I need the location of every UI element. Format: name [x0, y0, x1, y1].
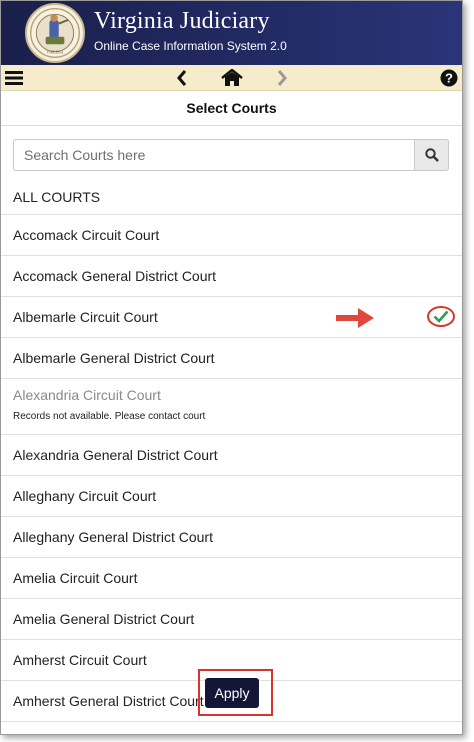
- list-item-label: Accomack Circuit Court: [13, 227, 160, 243]
- list-item[interactable]: Accomack General District Court: [1, 256, 462, 297]
- search-input[interactable]: [13, 139, 415, 171]
- list-item-label: Alexandria General District Court: [13, 447, 218, 463]
- list-item-label: Albemarle Circuit Court: [13, 309, 158, 325]
- list-item-all-courts[interactable]: ALL COURTS: [1, 187, 462, 215]
- list-item[interactable]: Amelia Circuit Court: [1, 558, 462, 599]
- apply-button[interactable]: Apply: [205, 678, 259, 708]
- app-title: Virginia Judiciary: [94, 8, 270, 34]
- list-item-unavailable: Alexandria Circuit Court Records not ava…: [1, 379, 462, 435]
- nav-bar: ?: [1, 65, 462, 91]
- svg-text:VIRGINIA: VIRGINIA: [47, 51, 64, 55]
- list-item-label: Amherst General District Court: [13, 693, 204, 709]
- list-item[interactable]: Alexandria General District Court: [1, 435, 462, 476]
- list-item-label: Amherst Circuit Court: [13, 652, 147, 668]
- list-item-label: Albemarle General District Court: [13, 350, 215, 366]
- list-item[interactable]: Amelia General District Court: [1, 599, 462, 640]
- list-item-label: Alleghany General District Court: [13, 529, 213, 545]
- hamburger-menu-icon[interactable]: [4, 67, 24, 88]
- court-list: ALL COURTS Accomack Circuit Court Accoma…: [1, 187, 462, 722]
- checkmark-icon: [433, 310, 449, 323]
- search-bar: [1, 126, 462, 188]
- list-item-label: Amelia Circuit Court: [13, 570, 138, 586]
- list-item[interactable]: Albemarle General District Court: [1, 338, 462, 379]
- annotation-arrow-icon: [334, 305, 376, 336]
- list-item-label: ALL COURTS: [13, 189, 101, 205]
- page-title: Select Courts: [186, 100, 277, 116]
- list-item[interactable]: Alleghany Circuit Court: [1, 476, 462, 517]
- virginia-seal-logo: VIRGINIA: [25, 3, 85, 63]
- list-item-label: Alexandria Circuit Court: [13, 387, 161, 403]
- app-window: VIRGINIA Virginia Judiciary Online Case …: [0, 0, 463, 735]
- list-item[interactable]: Accomack Circuit Court: [1, 215, 462, 256]
- svg-text:?: ?: [445, 70, 453, 85]
- home-icon[interactable]: [219, 67, 245, 88]
- list-item-label: Alleghany Circuit Court: [13, 488, 157, 504]
- site-header: VIRGINIA Virginia Judiciary Online Case …: [1, 1, 462, 65]
- app-subtitle: Online Case Information System 2.0: [94, 39, 287, 53]
- list-item-label: Amelia General District Court: [13, 611, 195, 627]
- list-item-selected[interactable]: Albemarle Circuit Court: [1, 297, 462, 338]
- search-button[interactable]: [414, 139, 449, 171]
- unavailable-note: Records not available. Please contact co…: [13, 411, 206, 422]
- list-item[interactable]: Alleghany General District Court: [1, 517, 462, 558]
- selection-highlight-circle: [427, 306, 455, 327]
- chevron-right-icon[interactable]: [272, 67, 292, 88]
- question-circle-icon[interactable]: ?: [438, 67, 460, 88]
- chevron-left-icon[interactable]: [172, 67, 192, 88]
- search-icon: [424, 148, 439, 162]
- list-item-label: Accomack General District Court: [13, 268, 217, 284]
